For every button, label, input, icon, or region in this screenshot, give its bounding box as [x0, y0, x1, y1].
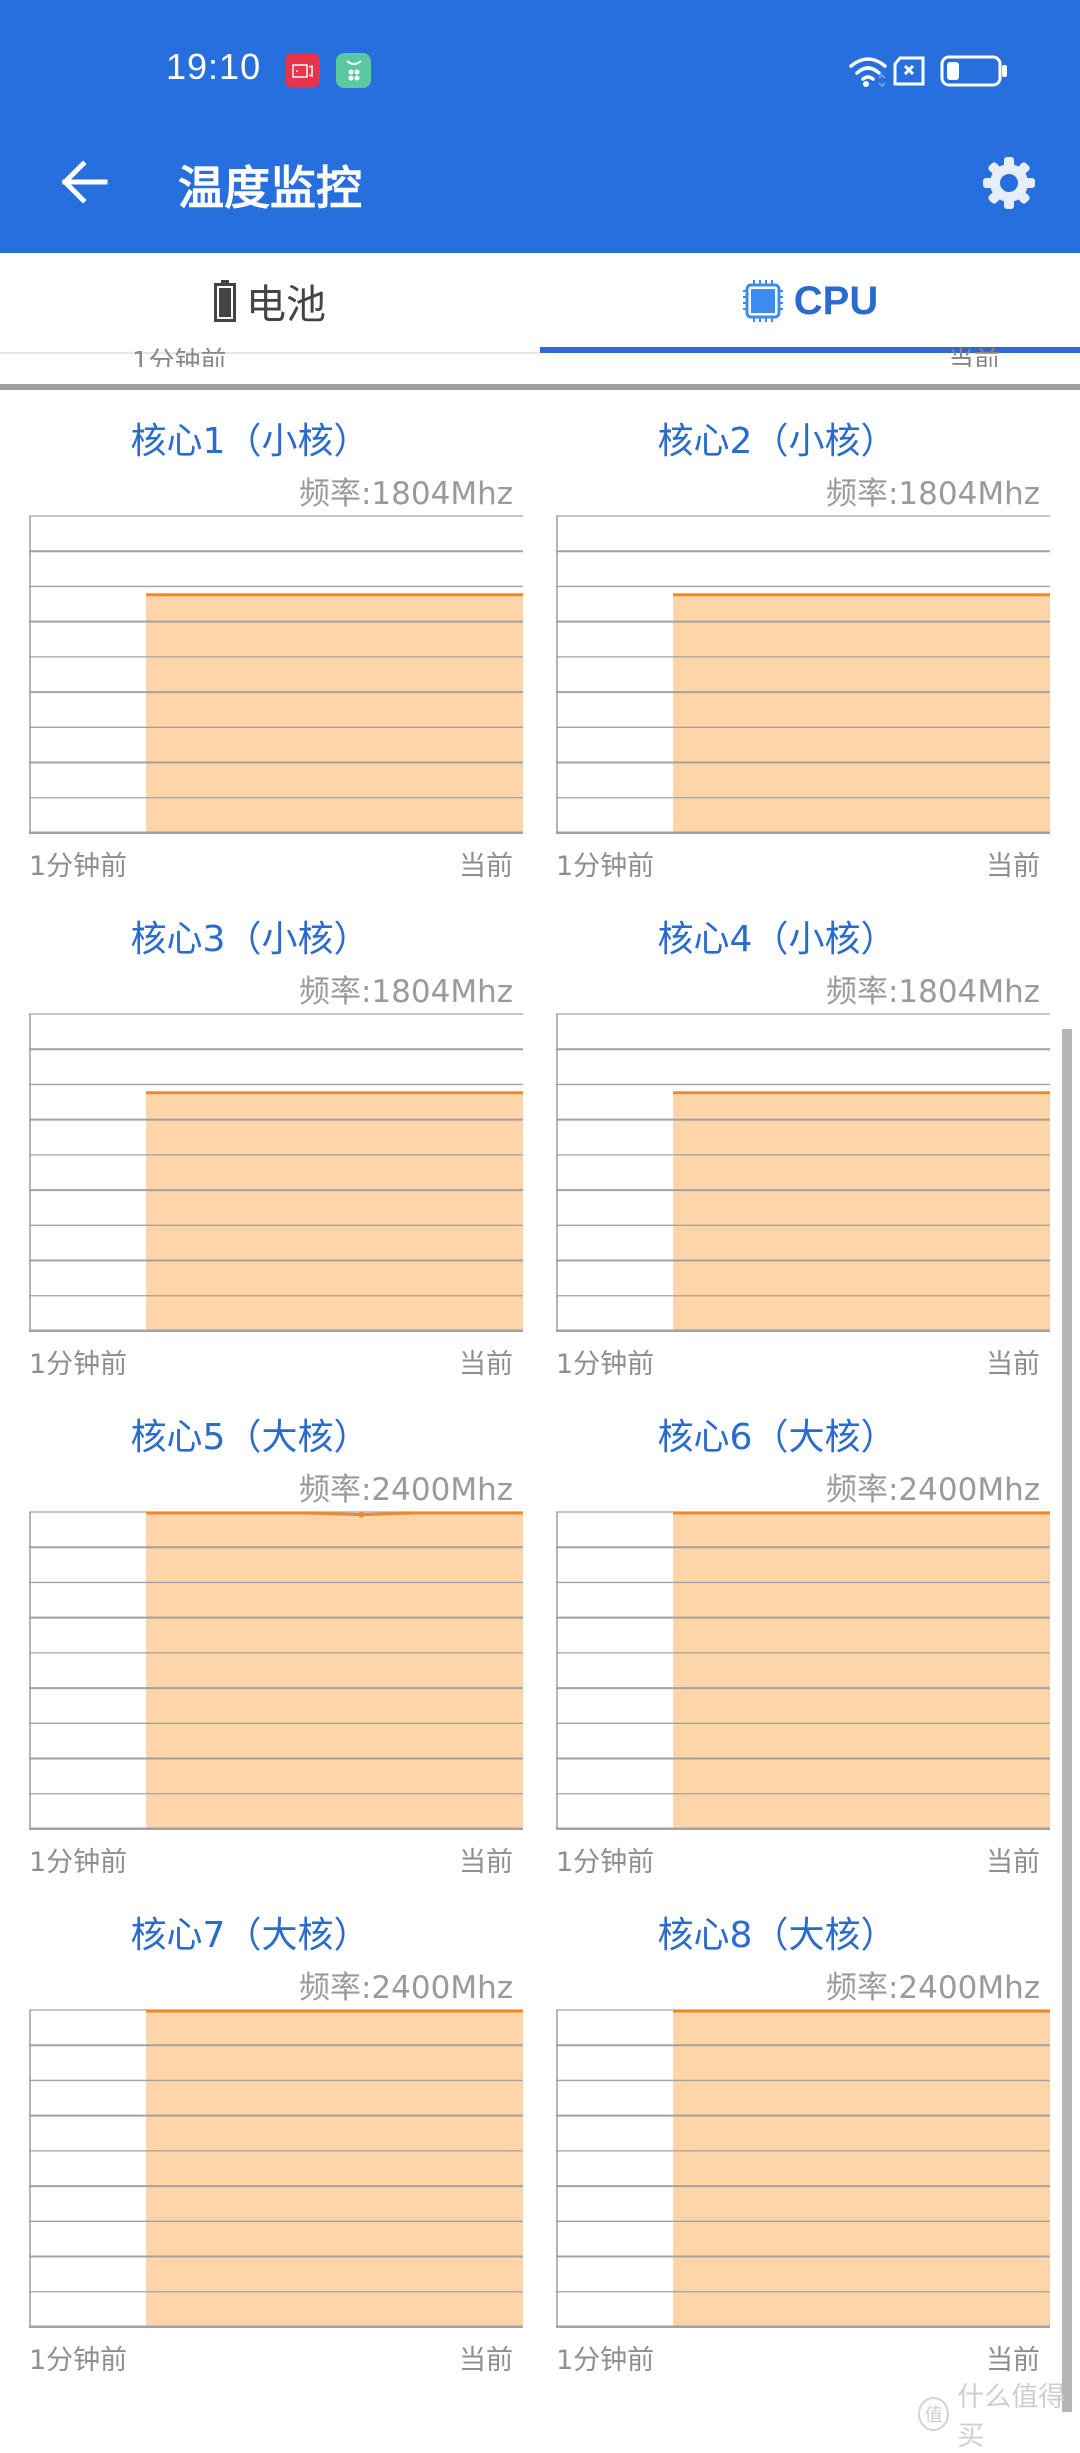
remnant-xlabel-end: 当前 — [948, 347, 1001, 367]
watermark-text: 什么值得买 — [957, 2382, 1066, 2452]
core-chart — [29, 1013, 523, 1332]
status-time: 19:10 — [166, 46, 262, 87]
screen-record-icon — [285, 53, 320, 88]
core-panel: 核心8（大核） 频率:2400Mhz 1分钟前 当前 — [527, 1886, 1057, 2384]
section-divider — [0, 384, 1080, 390]
xlabel-end: 当前 — [459, 1847, 513, 1878]
core-panel: 核心6（大核） 频率:2400Mhz 1分钟前 当前 — [527, 1388, 1057, 1886]
core-chart — [556, 1511, 1050, 1830]
core-panel: 核心3（小核） 频率:1804Mhz 1分钟前 当前 — [0, 890, 530, 1388]
wifi-icon — [849, 57, 887, 88]
area-fill — [673, 2010, 1050, 2327]
tab-cpu-label: CPU — [793, 278, 879, 323]
area-fill — [673, 1512, 1050, 1829]
core-chart — [29, 1511, 523, 1830]
gear-icon — [983, 157, 1035, 209]
tab-battery[interactable]: 电池 — [0, 253, 540, 349]
tab-cpu[interactable]: CPU — [540, 253, 1080, 349]
xlabel-end: 当前 — [986, 1349, 1040, 1380]
tab-baseline — [0, 352, 540, 354]
core-panel: 核心1（小核） 频率:1804Mhz 1分钟前 当前 — [0, 392, 530, 890]
battery-icon — [940, 55, 1007, 87]
area-fill — [146, 2010, 523, 2327]
xlabel-start: 1分钟前 — [556, 1349, 655, 1380]
core-chart — [556, 515, 1050, 834]
core-title: 核心7（大核） — [130, 1915, 370, 1956]
core-frequency: 频率:2400Mhz — [298, 1472, 513, 1508]
cpu-chip-icon — [742, 280, 783, 322]
core-title: 核心3（小核） — [130, 919, 370, 960]
xlabel-end: 当前 — [459, 1349, 513, 1380]
scrollbar[interactable] — [1062, 1029, 1072, 2412]
back-button[interactable] — [52, 150, 116, 214]
xlabel-start: 1分钟前 — [29, 1349, 128, 1380]
core-frequency: 频率:2400Mhz — [298, 1970, 513, 2006]
arrow-left-icon — [61, 160, 108, 204]
watermark-logo: 值 — [918, 2397, 950, 2431]
core-chart — [29, 515, 523, 834]
xlabel-start: 1分钟前 — [29, 851, 128, 882]
core-title: 核心2（小核） — [657, 421, 897, 462]
core-title: 核心1（小核） — [130, 421, 370, 462]
core-chart — [29, 2009, 523, 2328]
core-title: 核心5（大核） — [130, 1417, 370, 1458]
core-frequency: 频率:1804Mhz — [298, 476, 513, 512]
series-line — [146, 1511, 523, 1517]
xlabel-end: 当前 — [459, 2345, 513, 2376]
xlabel-start: 1分钟前 — [556, 1847, 655, 1878]
no-sim-icon — [893, 56, 925, 86]
battery-icon — [214, 280, 236, 322]
area-fill — [146, 1512, 523, 1829]
xlabel-end: 当前 — [459, 851, 513, 882]
core-panel: 核心5（大核） 频率:2400Mhz 1分钟前 当前 — [0, 1388, 530, 1886]
core-frequency: 频率:2400Mhz — [825, 1970, 1040, 2006]
xlabel-end: 当前 — [986, 1847, 1040, 1878]
page-title: 温度监控 — [178, 161, 362, 215]
xlabel-start: 1分钟前 — [556, 2345, 655, 2376]
core-panel: 核心2（小核） 频率:1804Mhz 1分钟前 当前 — [527, 392, 1057, 890]
xlabel-end: 当前 — [986, 2345, 1040, 2376]
core-chart — [556, 2009, 1050, 2328]
app-store-icon — [336, 53, 371, 88]
xlabel-start: 1分钟前 — [29, 2345, 128, 2376]
xlabel-end: 当前 — [986, 851, 1040, 882]
core-title: 核心4（小核） — [657, 919, 897, 960]
core-title: 核心8（大核） — [657, 1915, 897, 1956]
watermark: 值 什么值得买 — [918, 2375, 1080, 2453]
tab-battery-label: 电池 — [246, 282, 326, 328]
settings-button[interactable] — [978, 152, 1040, 214]
remnant-xlabel-start: 1分钟前 — [132, 347, 227, 367]
core-title: 核心6（大核） — [657, 1417, 897, 1458]
core-panel: 核心7（大核） 频率:2400Mhz 1分钟前 当前 — [0, 1886, 530, 2384]
core-frequency: 频率:1804Mhz — [825, 974, 1040, 1010]
xlabel-start: 1分钟前 — [29, 1847, 128, 1878]
app-bar: 19:10 温度监控 — [0, 0, 1080, 253]
core-frequency: 频率:1804Mhz — [298, 974, 513, 1010]
core-panel: 核心4（小核） 频率:1804Mhz 1分钟前 当前 — [527, 890, 1057, 1388]
core-chart — [556, 1013, 1050, 1332]
core-frequency: 频率:1804Mhz — [825, 476, 1040, 512]
core-frequency: 频率:2400Mhz — [825, 1472, 1040, 1508]
data-point — [358, 1511, 365, 1518]
xlabel-start: 1分钟前 — [556, 851, 655, 882]
